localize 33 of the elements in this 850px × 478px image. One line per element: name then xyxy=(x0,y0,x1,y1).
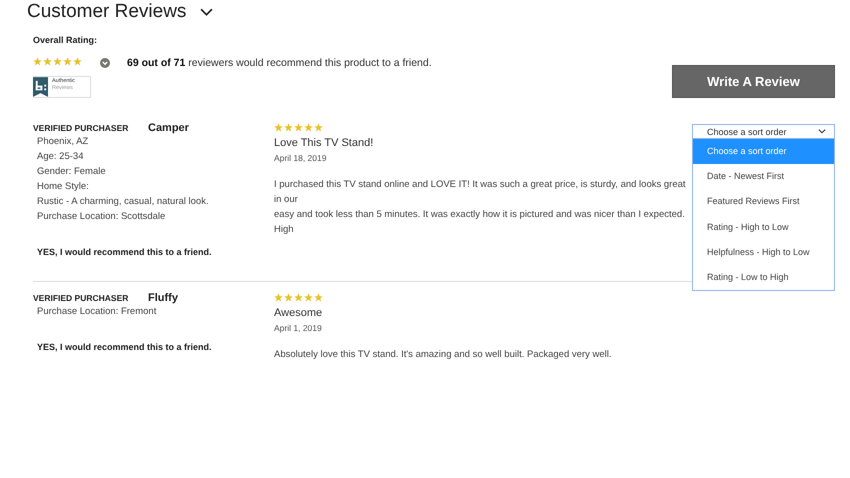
reviewer-detail: Rustic - A charming, casual, natural look. xyxy=(36,195,210,209)
review-date: April 1, 2019 xyxy=(274,323,323,333)
sort-select[interactable]: Choose a sort order xyxy=(692,124,835,139)
dropdown-option[interactable]: Rating - High to Low xyxy=(693,214,834,240)
dropdown-option[interactable]: Date - Newest First xyxy=(693,164,834,190)
reviewer-detail: Home Style: xyxy=(36,180,90,194)
reviewer-detail: Purchase Location: Scottsdale xyxy=(36,210,166,224)
ribbon-icon xyxy=(33,77,48,97)
chevron-down-icon[interactable] xyxy=(200,8,214,16)
reviewer-name: Fluffy xyxy=(148,292,178,304)
reviewer-detail: Age: 25-34 xyxy=(36,150,84,164)
review-headline: Awesome xyxy=(274,307,324,319)
reviewer-name: Camper xyxy=(148,122,189,134)
review-headline: Love This TV Stand! xyxy=(274,137,374,149)
reviewer-detail: Purchase Location: Fremont xyxy=(36,305,158,319)
recommend-text: YES, I would recommend this to a friend. xyxy=(37,342,213,352)
reviewer-detail: Phoenix, AZ xyxy=(36,135,90,149)
review-text: Absolutely love this TV stand. It's amazing and so well built. Packaged very well. xyxy=(274,348,612,362)
verified-label: VERIFIED PURCHASER xyxy=(33,123,130,133)
dropdown-option[interactable]: Helpfulness - High to Low xyxy=(693,240,834,265)
review-date: April 18, 2019 xyxy=(274,153,328,163)
recommend-summary: 69 out of 71 reviewers would recommend this product to a friend. xyxy=(127,57,432,69)
chevron-circle-icon[interactable] xyxy=(100,58,110,68)
review-text: easy and took less than 5 minutes. It was exactly how it is pictured and was nicer than I expected. High xyxy=(274,208,686,237)
overall-rating-label: Overall Rating: xyxy=(33,35,98,45)
section-title: Customer Reviews xyxy=(27,1,186,23)
dropdown-option[interactable]: Rating - Low to High xyxy=(693,264,834,290)
chevron-down-icon[interactable] xyxy=(818,129,826,134)
verified-label: VERIFIED PURCHASER xyxy=(33,293,130,303)
recommend-text: YES, I would recommend this to a friend. xyxy=(37,247,213,257)
dropdown-option[interactable]: Featured Reviews First xyxy=(693,189,834,215)
write-review-button[interactable]: Write A Review xyxy=(672,65,835,98)
reviewer-detail: Gender: Female xyxy=(36,165,107,179)
